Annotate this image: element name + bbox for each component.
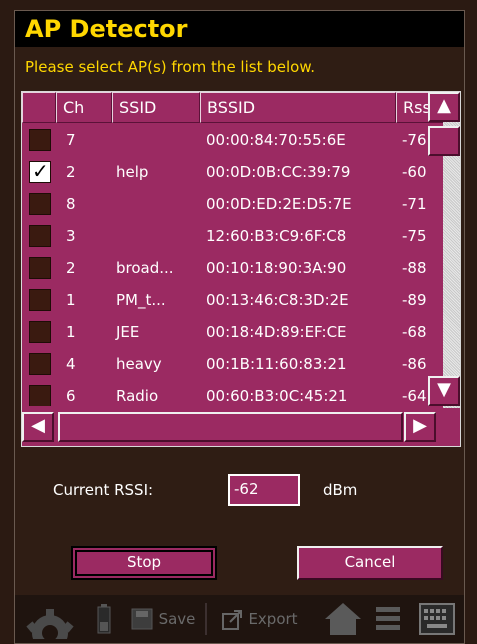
horizontal-scrollbar[interactable]: ◀ ▶ — [22, 410, 436, 446]
row-checkbox[interactable] — [29, 129, 51, 151]
bssid-cell: 00:10:18:90:3A:90 — [206, 259, 347, 277]
bssid-cell: 00:60:B3:0C:45:21 — [206, 387, 348, 405]
gear-icon — [26, 609, 74, 639]
ap-detector-window: AP Detector Please select AP(s) from the… — [14, 10, 465, 644]
ssid-cell: JEE — [116, 323, 140, 341]
battery-icon — [97, 604, 111, 634]
table-row[interactable]: 1 PM_t... 00:13:46:C8:3D:2E -89 — [22, 284, 444, 316]
ssid-cell: PM_t... — [116, 291, 166, 309]
bssid-cell: 00:0D:ED:2E:D5:7E — [206, 195, 352, 213]
rssi-cell: -60 — [402, 163, 427, 181]
disk-icon — [131, 608, 153, 630]
window-title: AP Detector — [15, 11, 464, 47]
home-icon — [325, 603, 361, 635]
channel-cell: 4 — [66, 355, 76, 373]
bssid-cell: 00:13:46:C8:3D:2E — [206, 291, 349, 309]
save-button[interactable]: Save — [121, 595, 205, 643]
keyboard-icon — [419, 603, 455, 635]
table-row[interactable]: 6 Radio 00:60:B3:0C:45:21 -64 — [22, 380, 444, 406]
instruction-text: Please select AP(s) from the list below. — [25, 58, 315, 76]
scroll-down-button[interactable]: ▼ — [428, 376, 460, 406]
channel-cell: 2 — [66, 259, 76, 277]
menu-button[interactable] — [373, 595, 403, 643]
scroll-left-button[interactable]: ◀ — [22, 412, 54, 442]
ssid-cell: broad... — [116, 259, 174, 277]
current-rssi-label: Current RSSI: — [53, 481, 154, 499]
row-checkbox[interactable] — [29, 353, 51, 375]
header-channel[interactable]: Ch — [56, 92, 112, 123]
row-checkbox[interactable] — [29, 159, 51, 183]
rssi-cell: -71 — [402, 195, 427, 213]
rssi-cell: -64 — [402, 387, 427, 405]
settings-button[interactable] — [19, 595, 81, 643]
table-row[interactable]: 3 12:60:B3:C9:6F:C8 -75 — [22, 220, 444, 252]
ssid-cell: heavy — [116, 355, 162, 373]
ap-list[interactable]: Ch SSID BSSID Rss 7 00:00:84:70:55:6E -76 2… — [21, 91, 461, 447]
vertical-scrollbar[interactable]: ▲ ▼ — [428, 92, 460, 408]
rssi-cell: -76 — [402, 131, 427, 149]
arrow-left-icon: ◀ — [31, 415, 45, 436]
row-checkbox[interactable] — [29, 193, 51, 215]
stop-button[interactable]: Stop — [71, 546, 217, 580]
arrow-down-icon: ▼ — [437, 379, 451, 400]
rssi-cell: -89 — [402, 291, 427, 309]
rssi-cell: -75 — [402, 227, 427, 245]
row-checkbox[interactable] — [29, 321, 51, 343]
horizontal-scroll-thumb[interactable] — [58, 412, 403, 442]
table-row[interactable]: 4 heavy 00:1B:11:60:83:21 -86 — [22, 348, 444, 380]
table-row[interactable]: 2 broad... 00:10:18:90:3A:90 -88 — [22, 252, 444, 284]
cancel-button[interactable]: Cancel — [297, 546, 443, 580]
menu-icon — [376, 607, 400, 630]
bssid-cell: 00:00:84:70:55:6E — [206, 131, 346, 149]
header-select[interactable] — [22, 92, 56, 123]
list-rows: 7 00:00:84:70:55:6E -76 2 help 00:0D:0B:CC:39… — [22, 124, 444, 406]
bssid-cell: 00:18:4D:89:EF:CE — [206, 323, 347, 341]
channel-cell: 2 — [66, 163, 76, 181]
ssid-cell: help — [116, 163, 149, 181]
rssi-cell: -68 — [402, 323, 427, 341]
rssi-cell: -86 — [402, 355, 427, 373]
channel-cell: 1 — [66, 291, 76, 309]
scroll-right-button[interactable]: ▶ — [404, 412, 436, 442]
current-rssi-field[interactable]: -62 — [228, 474, 300, 506]
toolbar-separator — [205, 603, 207, 635]
channel-cell: 3 — [66, 227, 76, 245]
export-button[interactable]: Export — [211, 595, 309, 643]
channel-cell: 8 — [66, 195, 76, 213]
header-ssid[interactable]: SSID — [112, 92, 200, 123]
rssi-unit-label: dBm — [323, 481, 358, 499]
row-checkbox[interactable] — [29, 257, 51, 279]
arrow-up-icon: ▲ — [437, 95, 451, 116]
table-row[interactable]: 1 JEE 00:18:4D:89:EF:CE -68 — [22, 316, 444, 348]
row-checkbox[interactable] — [29, 225, 51, 247]
battery-indicator — [95, 595, 113, 643]
export-icon — [222, 610, 243, 630]
keyboard-button[interactable] — [415, 595, 459, 643]
channel-cell: 1 — [66, 323, 76, 341]
vertical-scroll-thumb[interactable] — [428, 126, 460, 156]
bssid-cell: 12:60:B3:C9:6F:C8 — [206, 227, 347, 245]
home-button[interactable] — [315, 595, 371, 643]
scroll-up-button[interactable]: ▲ — [428, 92, 460, 122]
bssid-cell: 00:0D:0B:CC:39:79 — [206, 163, 351, 181]
bottom-toolbar: Save Export — [15, 595, 464, 643]
row-checkbox[interactable] — [29, 385, 51, 406]
save-label: Save — [158, 610, 196, 628]
rssi-cell: -88 — [402, 259, 427, 277]
table-row[interactable]: 7 00:00:84:70:55:6E -76 — [22, 124, 444, 156]
bssid-cell: 00:1B:11:60:83:21 — [206, 355, 347, 373]
export-label: Export — [248, 610, 298, 628]
row-checkbox[interactable] — [29, 289, 51, 311]
list-header: Ch SSID BSSID Rss — [22, 92, 444, 124]
table-row[interactable]: 2 help 00:0D:0B:CC:39:79 -60 — [22, 156, 444, 188]
table-row[interactable]: 8 00:0D:ED:2E:D5:7E -71 — [22, 188, 444, 220]
arrow-right-icon: ▶ — [413, 415, 427, 436]
header-bssid[interactable]: BSSID — [200, 92, 396, 123]
channel-cell: 6 — [66, 387, 76, 405]
ssid-cell: Radio — [116, 387, 159, 405]
channel-cell: 7 — [66, 131, 76, 149]
